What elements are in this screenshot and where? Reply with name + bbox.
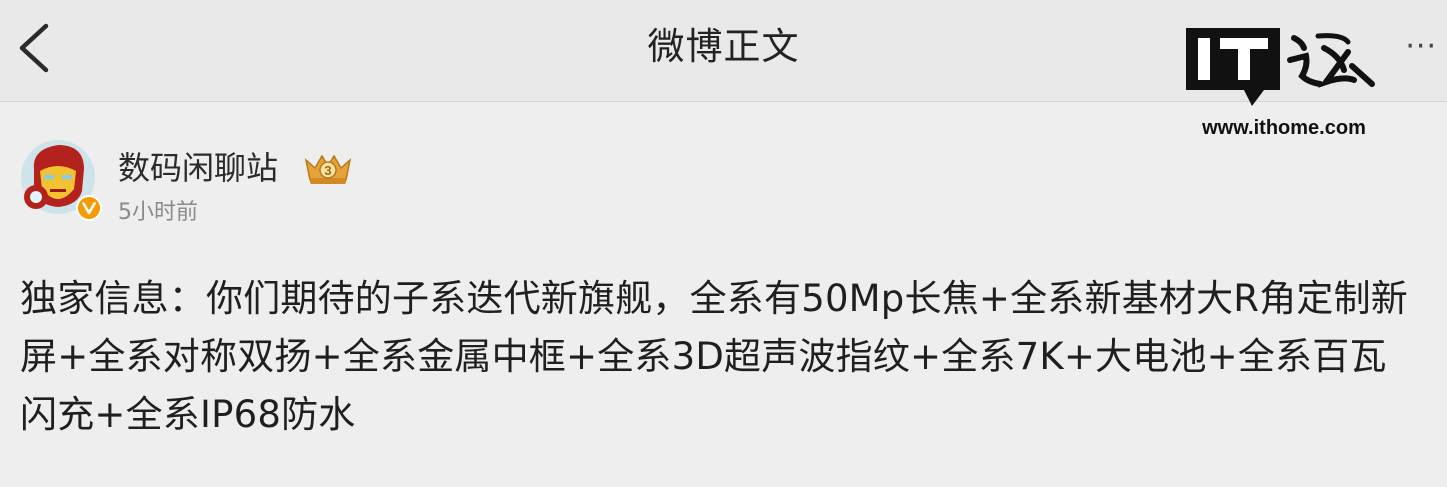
crown-rank-badge-icon: 3 xyxy=(302,150,354,186)
more-button[interactable]: ··· xyxy=(1405,32,1437,62)
watermark-url: www.ithome.com xyxy=(1202,117,1366,139)
author-name[interactable]: 数码闲聊站 xyxy=(118,146,278,190)
verified-v-icon xyxy=(76,195,102,221)
ithome-logo xyxy=(1186,26,1382,110)
avatar[interactable] xyxy=(20,139,102,221)
svg-text:3: 3 xyxy=(324,163,331,178)
post-time: 5小时前 xyxy=(118,200,198,225)
post-content: 独家信息：你们期待的子系迭代新旗舰，全系有50Mp长焦+全系新基材大R角定制新屏… xyxy=(20,277,1408,436)
